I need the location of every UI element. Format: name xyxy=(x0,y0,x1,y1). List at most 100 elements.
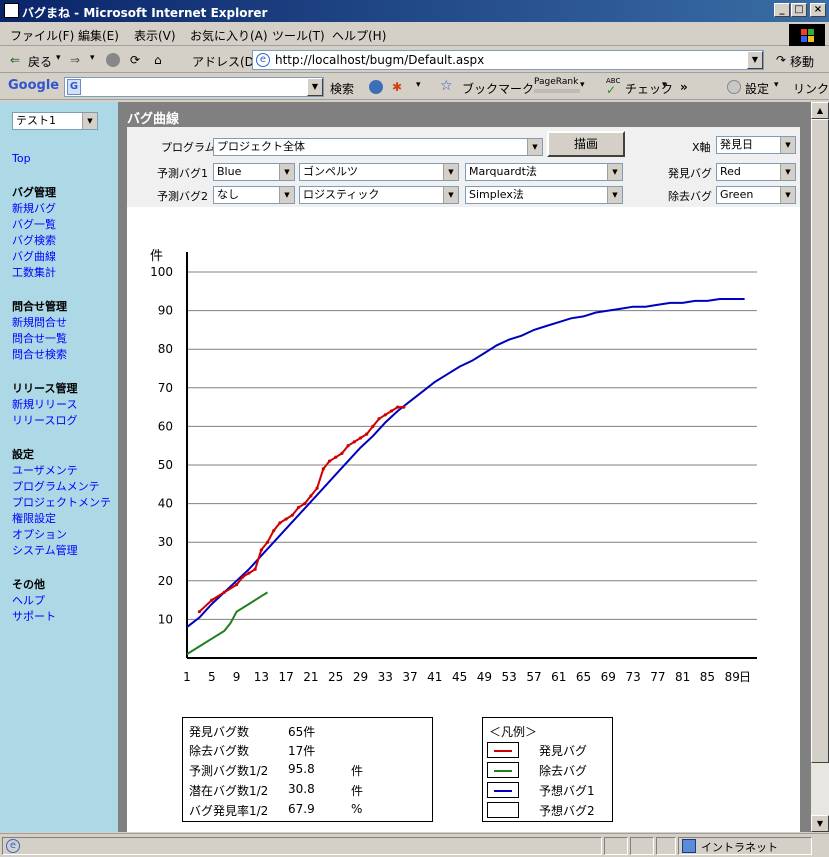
x-axis-label: 日 xyxy=(739,670,751,684)
status-cell xyxy=(604,837,628,855)
x-tick-label: 65 xyxy=(576,670,591,684)
data-point xyxy=(315,486,319,490)
y-tick-label: 10 xyxy=(158,612,173,626)
legend-box: ＜凡例＞ 発見バグ 除去バグ 予想バグ1 予想バグ2 xyxy=(482,717,613,822)
data-point xyxy=(346,444,350,448)
status-bar: e イントラネット xyxy=(0,833,829,857)
scroll-up-icon[interactable]: ▲ xyxy=(811,102,829,119)
stat-pred-unit: 件 xyxy=(351,764,364,778)
data-point xyxy=(309,494,313,498)
status-message: e xyxy=(2,837,602,855)
data-point xyxy=(197,610,201,614)
data-point xyxy=(234,583,239,587)
status-zone-label: イントラネット xyxy=(701,841,778,854)
page-status-icon: e xyxy=(6,839,20,853)
legend-swatch-pred2 xyxy=(487,802,519,818)
data-point xyxy=(383,413,387,417)
y-tick-label: 100 xyxy=(150,265,173,279)
data-point xyxy=(247,571,251,575)
data-point xyxy=(290,513,294,517)
stat-found-value: 65件 xyxy=(288,725,316,739)
x-tick-label: 85 xyxy=(700,670,715,684)
scroll-thumb[interactable] xyxy=(811,119,829,763)
x-tick-label: 5 xyxy=(208,670,216,684)
data-point xyxy=(296,505,301,510)
stat-rate-label: バグ発見率1/2 xyxy=(189,804,269,818)
y-tick-label: 70 xyxy=(158,381,173,395)
data-point xyxy=(396,405,400,409)
data-point xyxy=(272,529,276,533)
data-point xyxy=(278,521,282,525)
data-point xyxy=(340,451,344,456)
scroll-down-icon[interactable]: ▼ xyxy=(811,815,829,832)
y-tick-label: 40 xyxy=(158,497,173,511)
y-tick-label: 20 xyxy=(158,574,173,588)
data-point xyxy=(265,540,270,544)
x-tick-label: 41 xyxy=(427,670,442,684)
x-tick-label: 1 xyxy=(183,670,191,684)
stat-removed-label: 除去バグ数 xyxy=(189,744,250,758)
vertical-scrollbar[interactable]: ▲ ▼ xyxy=(811,102,829,832)
x-tick-label: 57 xyxy=(526,670,541,684)
series-line-0 xyxy=(186,298,745,628)
intranet-icon xyxy=(682,839,696,853)
stats-box: 発見バグ数 65件 除去バグ数 17件 予測バグ数1/2 95.8 件 潜在バグ… xyxy=(182,717,433,822)
series-line-2 xyxy=(186,591,269,655)
data-point xyxy=(303,502,307,506)
data-point xyxy=(365,432,369,436)
x-tick-label: 77 xyxy=(650,670,665,684)
data-point xyxy=(253,567,257,571)
legend-swatch-found xyxy=(487,742,519,758)
x-tick-label: 49 xyxy=(477,670,492,684)
y-tick-label: 30 xyxy=(158,535,173,549)
stat-removed-value: 17件 xyxy=(288,744,316,758)
x-tick-label: 29 xyxy=(353,670,368,684)
x-tick-label: 25 xyxy=(328,670,343,684)
legend-swatch-removed xyxy=(487,762,519,778)
y-tick-label: 60 xyxy=(158,419,173,433)
data-point xyxy=(358,436,363,440)
legend-swatch-pred1 xyxy=(487,782,519,798)
x-tick-label: 81 xyxy=(675,670,690,684)
stat-latent-label: 潜在バグ数1/2 xyxy=(189,784,269,798)
x-tick-label: 69 xyxy=(601,670,616,684)
x-tick-label: 61 xyxy=(551,670,566,684)
data-point xyxy=(377,417,381,421)
data-point xyxy=(210,598,214,602)
x-tick-label: 9 xyxy=(233,670,241,684)
x-tick-label: 53 xyxy=(502,670,517,684)
y-tick-label: 80 xyxy=(158,342,173,356)
data-point xyxy=(389,409,394,413)
stat-rate-unit: % xyxy=(351,802,363,816)
data-point xyxy=(352,440,356,444)
y-tick-label: 90 xyxy=(158,304,173,318)
status-zone: イントラネット xyxy=(678,837,812,855)
data-point xyxy=(241,575,245,579)
x-tick-label: 33 xyxy=(378,670,393,684)
x-tick-label: 13 xyxy=(254,670,269,684)
legend-label-pred1: 予想バグ1 xyxy=(539,784,595,798)
x-tick-label: 45 xyxy=(452,670,467,684)
stat-latent-unit: 件 xyxy=(351,784,364,798)
stat-rate-value: 67.9 xyxy=(288,802,315,816)
data-point xyxy=(402,405,406,409)
y-tick-label: 50 xyxy=(158,458,173,472)
legend-label-pred2: 予想バグ2 xyxy=(539,804,595,818)
stat-found-label: 発見バグ数 xyxy=(189,725,250,739)
data-point xyxy=(259,548,263,552)
data-point xyxy=(334,455,338,459)
data-point xyxy=(327,459,332,463)
legend-title: ＜凡例＞ xyxy=(489,725,538,739)
status-cell xyxy=(630,837,654,855)
x-tick-label: 73 xyxy=(625,670,640,684)
stat-pred-label: 予測バグ数1/2 xyxy=(189,764,269,778)
x-tick-label: 17 xyxy=(278,670,293,684)
legend-label-found: 発見バグ xyxy=(539,744,588,758)
status-cell xyxy=(656,837,676,855)
legend-label-removed: 除去バグ xyxy=(539,764,588,778)
data-point xyxy=(371,424,375,428)
x-tick-label: 21 xyxy=(303,670,318,684)
data-point xyxy=(321,467,325,471)
stat-latent-value: 30.8 xyxy=(288,782,315,796)
data-point xyxy=(284,517,288,521)
